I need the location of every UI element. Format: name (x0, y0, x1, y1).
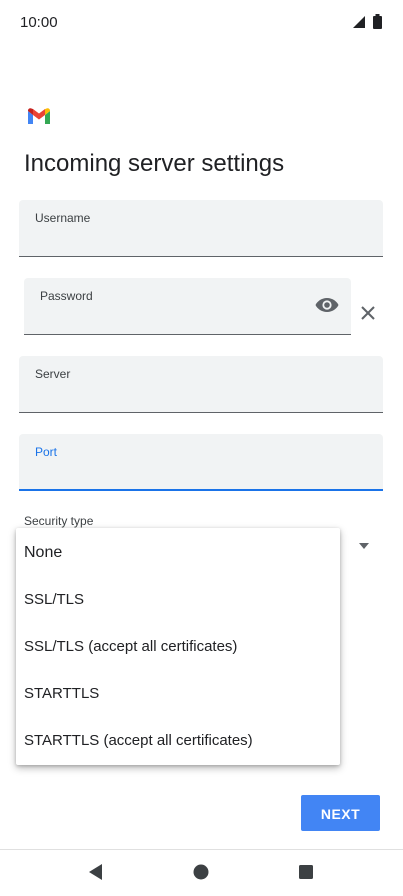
security-option-ssl-tls[interactable]: SSL/TLS (16, 576, 340, 623)
gmail-logo (28, 108, 50, 124)
battery-icon (373, 14, 382, 29)
close-icon[interactable] (359, 304, 377, 322)
screen: 10:00 Incoming server settings Username … (0, 0, 403, 896)
status-bar: 10:00 (0, 0, 403, 46)
dropdown-arrow-icon[interactable] (358, 543, 370, 550)
server-field[interactable]: Server (19, 356, 383, 413)
navigation-bar (0, 850, 403, 896)
recents-icon[interactable] (299, 865, 313, 879)
eye-icon[interactable] (315, 297, 339, 313)
server-label: Server (35, 367, 71, 381)
security-type-dropdown: None SSL/TLS SSL/TLS (accept all certifi… (16, 528, 340, 765)
back-icon[interactable] (89, 864, 103, 880)
port-field[interactable]: Port (19, 434, 383, 491)
password-label: Password (40, 289, 93, 303)
security-option-ssl-tls-accept-all[interactable]: SSL/TLS (accept all certificates) (16, 623, 340, 670)
security-option-starttls-accept-all[interactable]: STARTTLS (accept all certificates) (16, 717, 340, 764)
username-field[interactable]: Username (19, 200, 383, 257)
page-title: Incoming server settings (24, 150, 285, 177)
password-field[interactable]: Password (24, 278, 351, 335)
security-option-none[interactable]: None (16, 529, 340, 576)
security-option-starttls[interactable]: STARTTLS (16, 670, 340, 717)
username-label: Username (35, 211, 91, 225)
status-time: 10:00 (20, 14, 58, 31)
security-type-label: Security type (24, 514, 94, 528)
home-icon[interactable] (193, 864, 209, 880)
next-button[interactable]: NEXT (301, 795, 380, 831)
port-label: Port (35, 445, 58, 459)
